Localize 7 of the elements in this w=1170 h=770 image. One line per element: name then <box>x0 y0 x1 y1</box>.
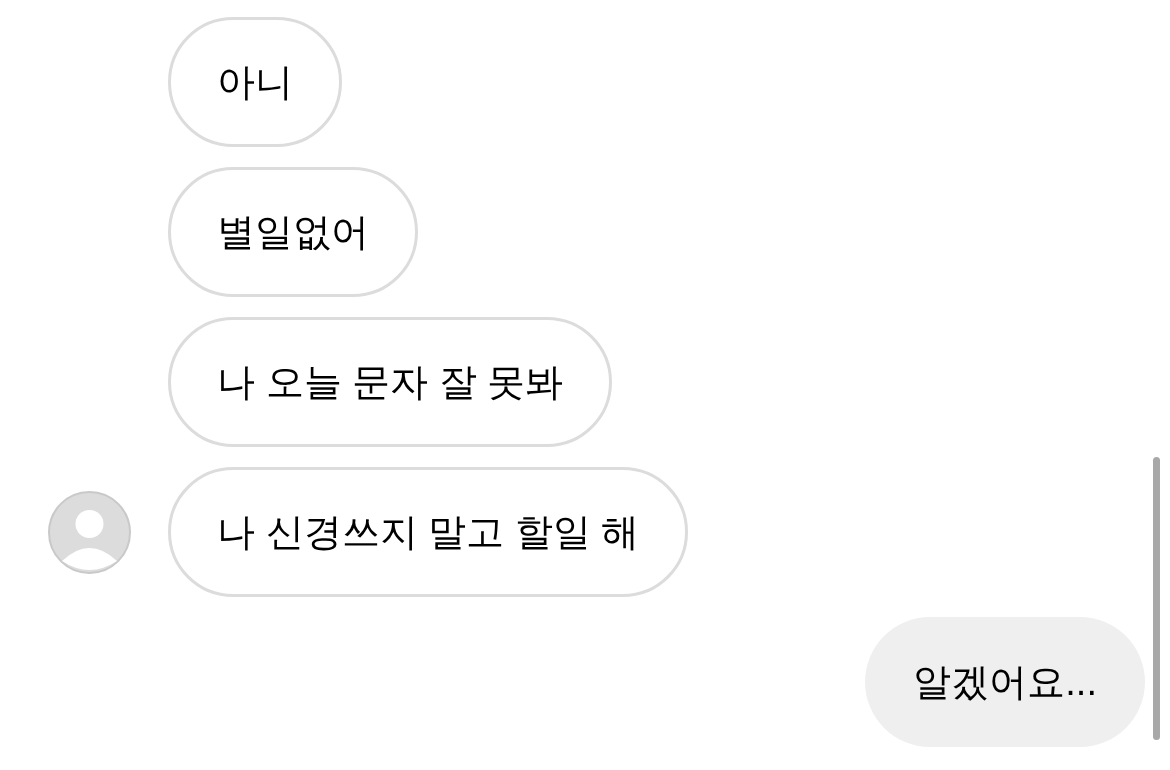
received-message-bubble: 별일없어 <box>168 167 418 297</box>
scrollbar[interactable] <box>1153 457 1160 740</box>
received-message-bubble: 나 신경쓰지 말고 할일 해 <box>168 467 689 597</box>
sent-message-bubble: 알겠어요... <box>865 617 1145 747</box>
received-message-bubble: 아니 <box>168 17 342 147</box>
avatar-icon <box>48 490 131 574</box>
received-message-bubble: 나 오늘 문자 잘 못봐 <box>168 317 613 447</box>
